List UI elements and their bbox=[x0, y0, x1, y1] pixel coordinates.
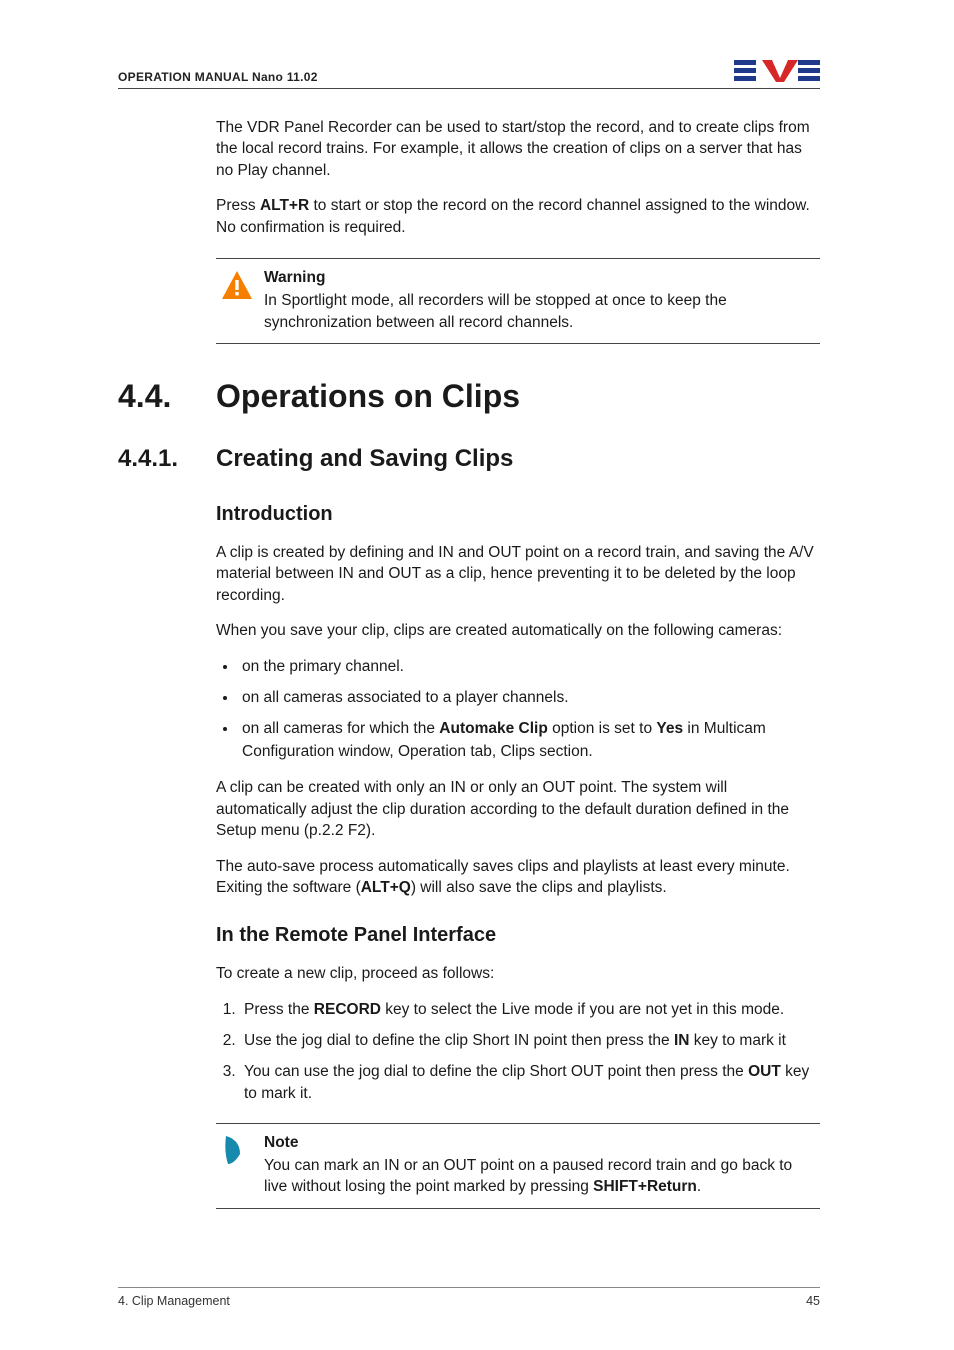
header-manual-title: OPERATION MANUAL Nano 11.02 bbox=[118, 70, 318, 84]
key-out: OUT bbox=[748, 1063, 781, 1080]
option-value-yes: Yes bbox=[656, 720, 683, 737]
introduction-p1: A clip is created by defining and IN and… bbox=[216, 542, 820, 606]
remote-lead: To create a new clip, proceed as follows… bbox=[216, 963, 820, 984]
text-span: key to select the Live mode if you are n… bbox=[381, 1001, 784, 1018]
list-item: You can use the jog dial to define the c… bbox=[240, 1061, 820, 1105]
page-header: OPERATION MANUAL Nano 11.02 bbox=[118, 58, 820, 89]
remote-panel-heading: In the Remote Panel Interface bbox=[216, 924, 820, 947]
text-span: Press bbox=[216, 197, 260, 214]
text-span: option is set to bbox=[548, 720, 657, 737]
note-title: Note bbox=[264, 1132, 810, 1153]
footer-chapter: 4. Clip Management bbox=[118, 1294, 230, 1308]
introduction-p2: When you save your clip, clips are creat… bbox=[216, 620, 820, 641]
list-item: on all cameras associated to a player ch… bbox=[238, 687, 820, 709]
section-title: Operations on Clips bbox=[216, 378, 520, 415]
subsection-number: 4.4.1. bbox=[118, 445, 216, 473]
text-span: Press the bbox=[244, 1001, 314, 1018]
text-span: on all cameras for which the bbox=[242, 720, 439, 737]
text-span: . bbox=[697, 1178, 701, 1195]
hotkey-shift-return: SHIFT+Return bbox=[593, 1178, 697, 1195]
text-span: Use the jog dial to define the clip Shor… bbox=[244, 1032, 674, 1049]
note-icon bbox=[220, 1134, 254, 1168]
text-span: ) will also save the clips and playlists… bbox=[411, 879, 667, 896]
introduction-heading: Introduction bbox=[216, 503, 820, 526]
section-4-4-1-heading: 4.4.1. Creating and Saving Clips bbox=[118, 445, 820, 473]
warning-body: In Sportlight mode, all recorders will b… bbox=[264, 292, 727, 330]
section-4-4-heading: 4.4. Operations on Clips bbox=[118, 378, 820, 415]
hotkey-alt-r: ALT+R bbox=[260, 197, 309, 214]
option-automake-clip: Automake Clip bbox=[439, 720, 548, 737]
text-span: You can mark an IN or an OUT point on a … bbox=[264, 1157, 792, 1195]
remote-steps: Press the RECORD key to select the Live … bbox=[216, 999, 820, 1105]
warning-box: Warning In Sportlight mode, all recorder… bbox=[216, 258, 820, 344]
page-footer: 4. Clip Management 45 bbox=[118, 1287, 820, 1308]
list-item: on the primary channel. bbox=[238, 656, 820, 678]
list-item: Use the jog dial to define the clip Shor… bbox=[240, 1030, 820, 1052]
note-body: You can mark an IN or an OUT point on a … bbox=[264, 1157, 792, 1195]
footer-page-number: 45 bbox=[806, 1294, 820, 1308]
key-record: RECORD bbox=[314, 1001, 381, 1018]
introduction-p4: The auto-save process automatically save… bbox=[216, 856, 820, 899]
note-box: Note You can mark an IN or an OUT point … bbox=[216, 1123, 820, 1209]
hotkey-alt-q: ALT+Q bbox=[361, 879, 411, 896]
list-item: on all cameras for which the Automake Cl… bbox=[238, 718, 820, 763]
subsection-title: Creating and Saving Clips bbox=[216, 445, 513, 473]
warning-icon bbox=[220, 269, 254, 303]
camera-bullet-list: on the primary channel. on all cameras a… bbox=[216, 656, 820, 764]
intro-paragraph-1: The VDR Panel Recorder can be used to st… bbox=[216, 117, 820, 181]
key-in: IN bbox=[674, 1032, 690, 1049]
section-number: 4.4. bbox=[118, 378, 216, 415]
warning-title: Warning bbox=[264, 267, 810, 288]
evs-logo bbox=[734, 58, 820, 84]
text-span: key to mark it bbox=[689, 1032, 785, 1049]
list-item: Press the RECORD key to select the Live … bbox=[240, 999, 820, 1021]
intro-paragraph-2: Press ALT+R to start or stop the record … bbox=[216, 195, 820, 238]
introduction-p3: A clip can be created with only an IN or… bbox=[216, 777, 820, 841]
text-span: You can use the jog dial to define the c… bbox=[244, 1063, 748, 1080]
